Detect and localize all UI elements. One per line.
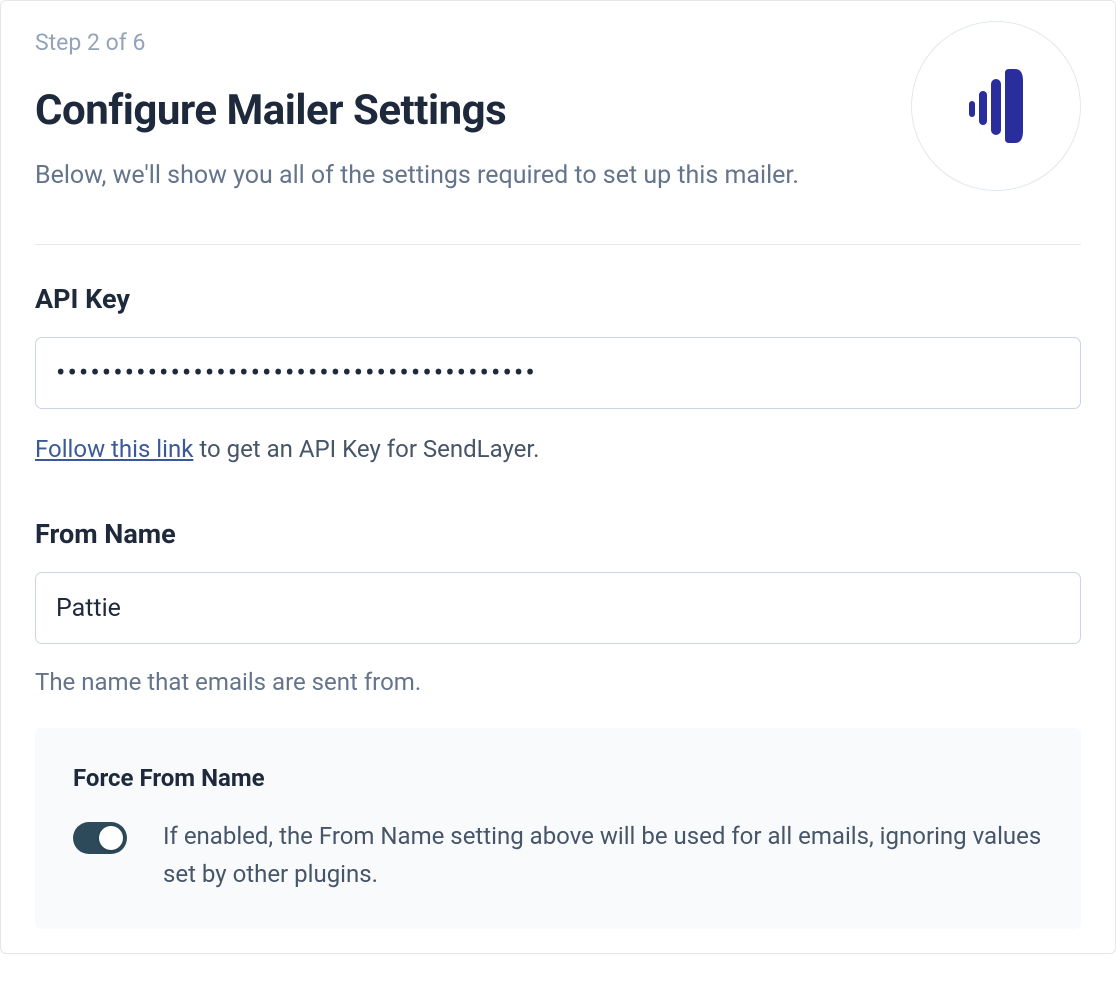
section-divider: [35, 244, 1081, 245]
force-from-name-panel: Force From Name If enabled, the From Nam…: [35, 728, 1081, 928]
page-header: Step 2 of 6 Configure Mailer Settings Be…: [35, 29, 1081, 196]
api-key-field-group: API Key Follow this link to get an API K…: [35, 283, 1081, 467]
from-name-label: From Name: [35, 518, 1081, 550]
api-key-help-link[interactable]: Follow this link: [35, 435, 193, 463]
from-name-field-group: From Name The name that emails are sent …: [35, 518, 1081, 928]
force-from-name-description: If enabled, the From Name setting above …: [163, 818, 1043, 892]
api-key-help-suffix: to get an API Key for SendLayer.: [193, 435, 539, 463]
force-from-name-toggle[interactable]: [73, 822, 127, 854]
step-indicator: Step 2 of 6: [35, 29, 881, 56]
from-name-description: The name that emails are sent from.: [35, 668, 1081, 696]
api-key-help-text: Follow this link to get an API Key for S…: [35, 433, 1081, 467]
sendlayer-logo-icon: [969, 69, 1023, 143]
page-title: Configure Mailer Settings: [35, 86, 881, 135]
force-from-name-title: Force From Name: [73, 764, 1043, 792]
force-from-name-row: If enabled, the From Name setting above …: [73, 818, 1043, 892]
from-name-input[interactable]: [35, 572, 1081, 644]
api-key-input[interactable]: [35, 337, 1081, 409]
mailer-logo-badge: [911, 21, 1081, 191]
api-key-label: API Key: [35, 283, 1081, 315]
page-subtitle: Below, we'll show you all of the setting…: [35, 157, 881, 196]
toggle-knob: [99, 826, 123, 850]
mailer-settings-page: Step 2 of 6 Configure Mailer Settings Be…: [0, 0, 1116, 954]
